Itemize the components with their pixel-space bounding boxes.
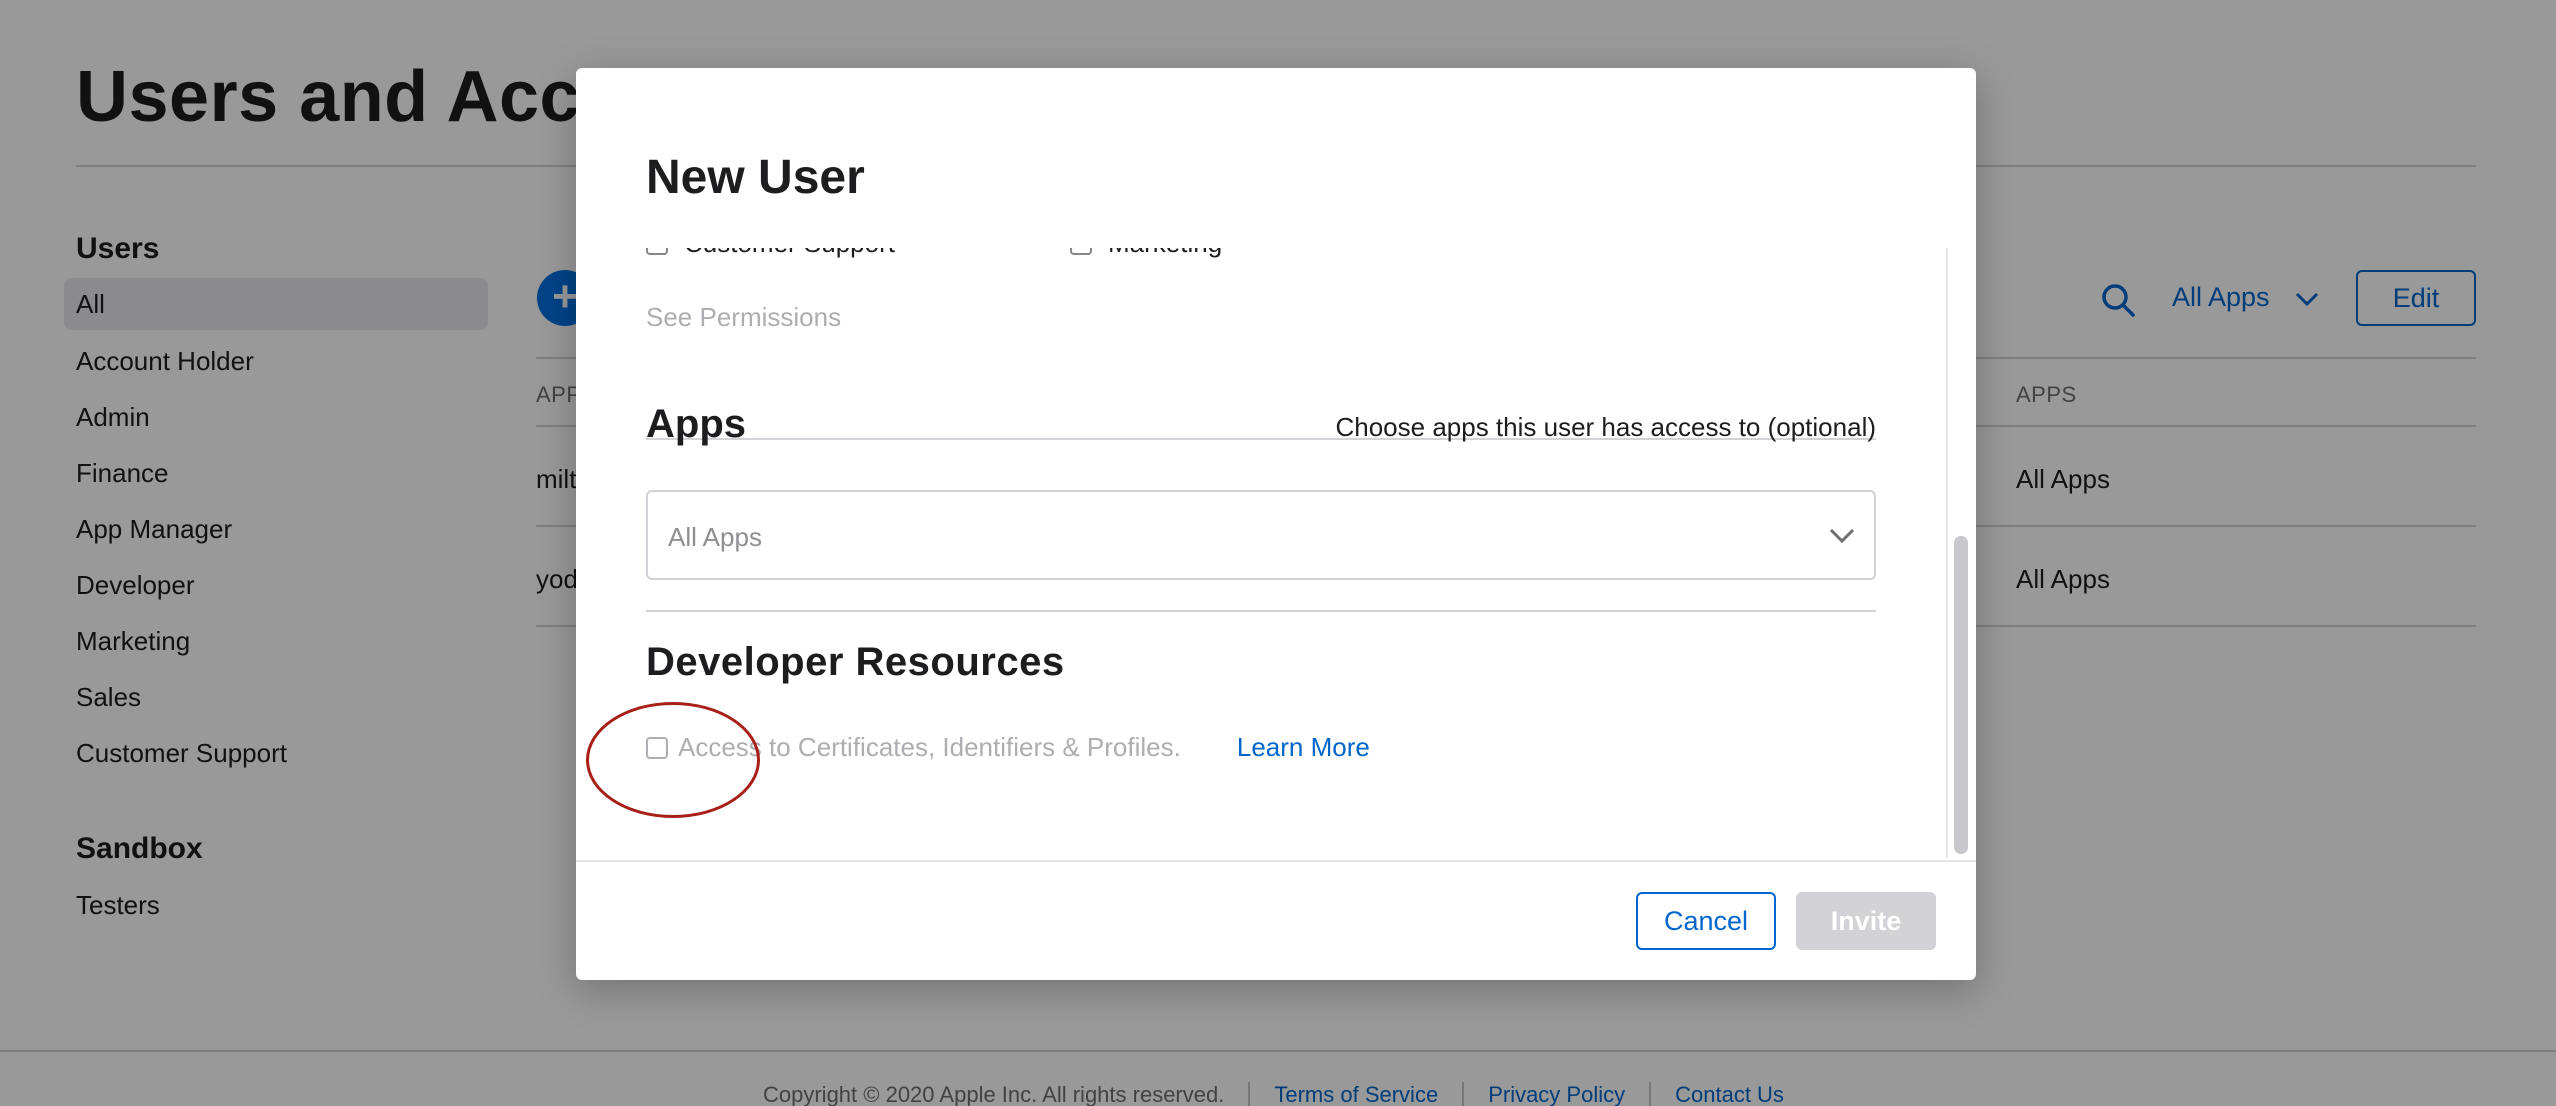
section-divider <box>646 610 1876 612</box>
apps-select[interactable]: All Apps <box>646 490 1876 580</box>
apps-heading: Apps <box>646 402 746 446</box>
dialog-scroll-body[interactable]: Customer Support Marketing See Permissio… <box>576 248 1976 858</box>
learn-more-link[interactable]: Learn More <box>1237 732 1370 763</box>
role-label: Customer Support <box>684 248 895 259</box>
chevron-down-icon <box>1829 528 1855 544</box>
role-checkbox-customer-support[interactable]: Customer Support <box>646 248 895 259</box>
role-label: Marketing <box>1108 248 1222 259</box>
checkbox[interactable] <box>1070 248 1092 255</box>
developer-resources-heading: Developer Resources <box>646 640 1065 684</box>
new-user-dialog: New User Customer Support Marketing See … <box>576 68 1976 980</box>
checkbox[interactable] <box>646 248 668 255</box>
scrollbar-track[interactable] <box>1946 248 1948 858</box>
dialog-footer-divider <box>576 860 1976 862</box>
dialog-title: New User <box>646 151 865 204</box>
cancel-button[interactable]: Cancel <box>1636 892 1776 950</box>
see-permissions-link[interactable]: See Permissions <box>646 302 841 333</box>
apps-select-value: All Apps <box>668 522 762 552</box>
scrollbar-thumb[interactable] <box>1954 536 1968 854</box>
role-checkbox-marketing[interactable]: Marketing <box>1070 248 1222 259</box>
invite-button[interactable]: Invite <box>1796 892 1936 950</box>
apps-hint: Choose apps this user has access to (opt… <box>1335 412 1876 442</box>
annotation-circle <box>586 702 760 818</box>
